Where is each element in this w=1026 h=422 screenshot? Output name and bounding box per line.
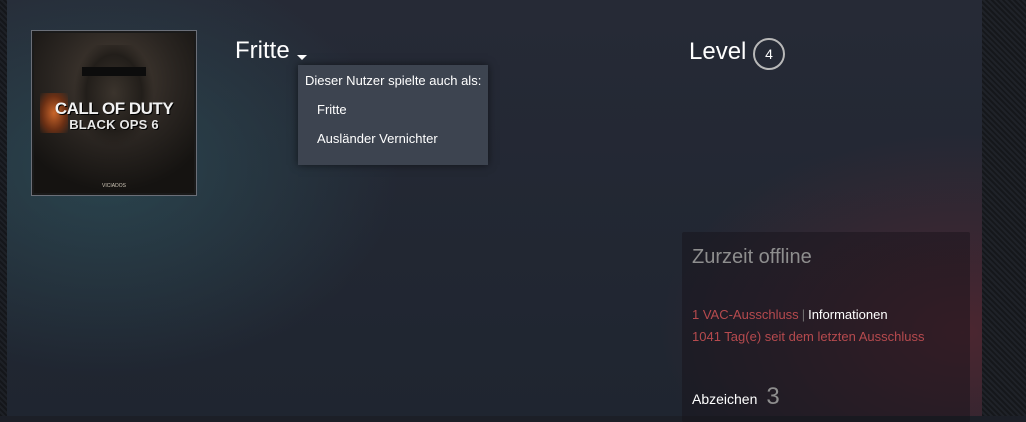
avatar-redaction-bar	[82, 67, 146, 76]
level-label: Level	[689, 38, 747, 65]
avatar[interactable]: CALL OF DUTY BLACK OPS 6 VICIADOS	[31, 30, 197, 196]
chevron-down-icon	[296, 54, 307, 60]
vac-ban-count: 1 VAC-Ausschluss	[692, 307, 799, 322]
vac-info-link[interactable]: Informationen	[808, 307, 888, 322]
right-pattern-strip	[982, 0, 1026, 416]
status-panel: Zurzeit offline 1 VAC-Ausschluss | Informa…	[682, 232, 970, 422]
left-pattern-strip	[0, 0, 7, 416]
persona-name: Fritte	[235, 37, 290, 64]
persona-name-dropdown[interactable]: Fritte	[235, 37, 307, 65]
level-badge[interactable]: 4	[753, 38, 785, 70]
avatar-logo-line1: CALL OF DUTY	[54, 99, 174, 118]
badges-link[interactable]: Abzeichen 3	[692, 383, 780, 411]
avatar-watermark: VICIADOS	[102, 183, 126, 189]
badges-count: 3	[766, 383, 780, 410]
vac-days-since-ban: 1041 Tag(e) seit dem letzten Ausschluss	[692, 329, 925, 344]
alias-history-popup: Dieser Nutzer spielte auch als: Fritte A…	[298, 65, 488, 165]
alias-item[interactable]: Fritte	[317, 102, 347, 117]
alias-item[interactable]: Ausländer Vernichter	[317, 131, 438, 146]
vac-separator: |	[801, 307, 806, 322]
avatar-logo-line2: BLACK OPS 6	[69, 117, 159, 132]
avatar-image: CALL OF DUTY BLACK OPS 6 VICIADOS	[34, 33, 194, 193]
alias-popup-header: Dieser Nutzer spielte auch als:	[305, 73, 482, 88]
online-status: Zurzeit offline	[692, 246, 812, 268]
vac-ban-line: 1 VAC-Ausschluss | Informationen	[692, 307, 888, 322]
badges-label: Abzeichen	[692, 391, 758, 407]
